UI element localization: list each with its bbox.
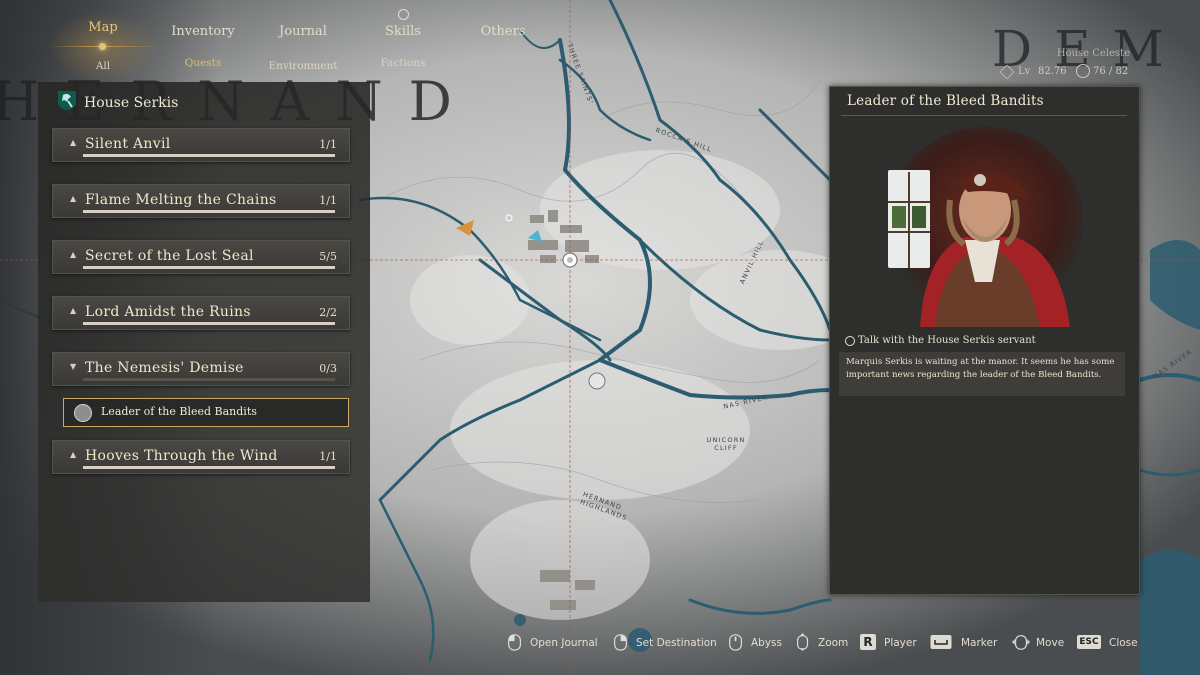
subquest-icon	[74, 404, 92, 422]
quest-progress: 1/1	[319, 450, 337, 463]
tab-journal[interactable]: Journal	[258, 24, 348, 39]
mouse-wheel-icon	[797, 633, 809, 651]
hint-close: Close	[1109, 637, 1138, 649]
detail-title: Leader of the Bleed Bandits	[847, 93, 1044, 109]
expand-arrow-icon: ▼	[70, 362, 77, 371]
quest-row[interactable]: ▲ Silent Anvil 1/1	[52, 128, 350, 162]
mouse-left-icon	[508, 634, 521, 651]
map-label: UNICORN CLIFF	[706, 436, 746, 452]
collapse-arrow-icon: ▲	[70, 306, 77, 315]
subtab-factions[interactable]: Factions	[358, 57, 448, 69]
subtab-all[interactable]: All	[58, 60, 148, 72]
quest-title: Hooves Through the Wind	[85, 448, 278, 464]
collapse-arrow-icon: ▲	[70, 250, 77, 259]
quest-progress-bar	[83, 378, 335, 381]
collapse-arrow-icon: ▲	[70, 450, 77, 459]
tab-skills[interactable]: Skills	[358, 24, 448, 39]
hint-zoom: Zoom	[818, 637, 849, 649]
quest-row[interactable]: ▲ Lord Amidst the Ruins 2/2	[52, 296, 350, 330]
quest-progress: 5/5	[319, 250, 337, 263]
quest-marker-icon[interactable]	[588, 372, 606, 390]
quest-row[interactable]: ▲ Flame Melting the Chains 1/1	[52, 184, 350, 218]
hint-marker: Marker	[961, 637, 998, 649]
house-serkis-crest-icon	[58, 91, 76, 110]
quest-title: Secret of the Lost Seal	[85, 248, 254, 264]
detail-divider	[841, 115, 1127, 116]
subtab-quests[interactable]: Quests	[158, 57, 248, 69]
r-key-icon: R	[860, 634, 876, 650]
quest-progress: 1/1	[319, 138, 337, 151]
capacity-value: 76 / 82	[1093, 66, 1129, 77]
quest-progress: 2/2	[319, 306, 337, 319]
skills-notification-icon	[398, 9, 409, 20]
house-title: House Serkis	[84, 95, 179, 111]
capacity-icon	[1076, 64, 1090, 78]
subtab-environment[interactable]: Environment	[258, 60, 348, 72]
player-faction: House Celeste	[1056, 48, 1130, 59]
subquest-title: Leader of the Bleed Bandits	[101, 405, 257, 418]
level-label: Lv	[1018, 66, 1031, 77]
hint-abyss: Abyss	[751, 637, 783, 649]
quest-row[interactable]: ▼ The Nemesis' Demise 0/3	[52, 352, 350, 386]
quest-row[interactable]: ▲ Hooves Through the Wind 1/1	[52, 440, 350, 474]
subquest-selected[interactable]: Leader of the Bleed Bandits	[63, 398, 349, 427]
hint-set-destination: Set Destination	[636, 637, 717, 649]
quest-row[interactable]: ▲ Secret of the Lost Seal 5/5	[52, 240, 350, 274]
tab-inventory[interactable]: Inventory	[158, 24, 248, 39]
mouse-move-icon	[1012, 635, 1030, 650]
quest-progress: 0/3	[319, 362, 337, 375]
mouse-middle-icon	[729, 634, 742, 651]
quest-progress-bar	[83, 466, 335, 469]
quest-title: Lord Amidst the Ruins	[85, 304, 251, 320]
space-key-icon	[930, 635, 952, 649]
quest-progress-bar	[83, 154, 335, 157]
quest-progress: 1/1	[319, 194, 337, 207]
quest-title: The Nemesis' Demise	[85, 360, 244, 376]
active-tab-dot	[99, 43, 106, 50]
mouse-right-icon	[614, 634, 627, 651]
hint-player: Player	[884, 637, 917, 649]
quest-progress-bar	[83, 266, 335, 269]
objective-text: Talk with the House Serkis servant	[858, 335, 1036, 346]
tab-map[interactable]: Map	[58, 20, 148, 35]
quest-progress-bar	[83, 210, 335, 213]
esc-key-icon: ESC	[1077, 635, 1101, 649]
quest-progress-bar	[83, 322, 335, 325]
objective-circle-icon	[845, 336, 855, 346]
quest-title: Silent Anvil	[85, 136, 171, 152]
hint-move: Move	[1036, 637, 1065, 649]
quest-title: Flame Melting the Chains	[85, 192, 277, 208]
npc-portrait	[887, 127, 1083, 327]
tab-others[interactable]: Others	[458, 24, 548, 39]
collapse-arrow-icon: ▲	[70, 194, 77, 203]
quest-description: Marquis Serkis is waiting at the manor. …	[846, 357, 1115, 380]
collapse-arrow-icon: ▲	[70, 138, 77, 147]
hint-open-journal: Open Journal	[530, 637, 598, 649]
level-value: 82.76	[1038, 66, 1067, 77]
